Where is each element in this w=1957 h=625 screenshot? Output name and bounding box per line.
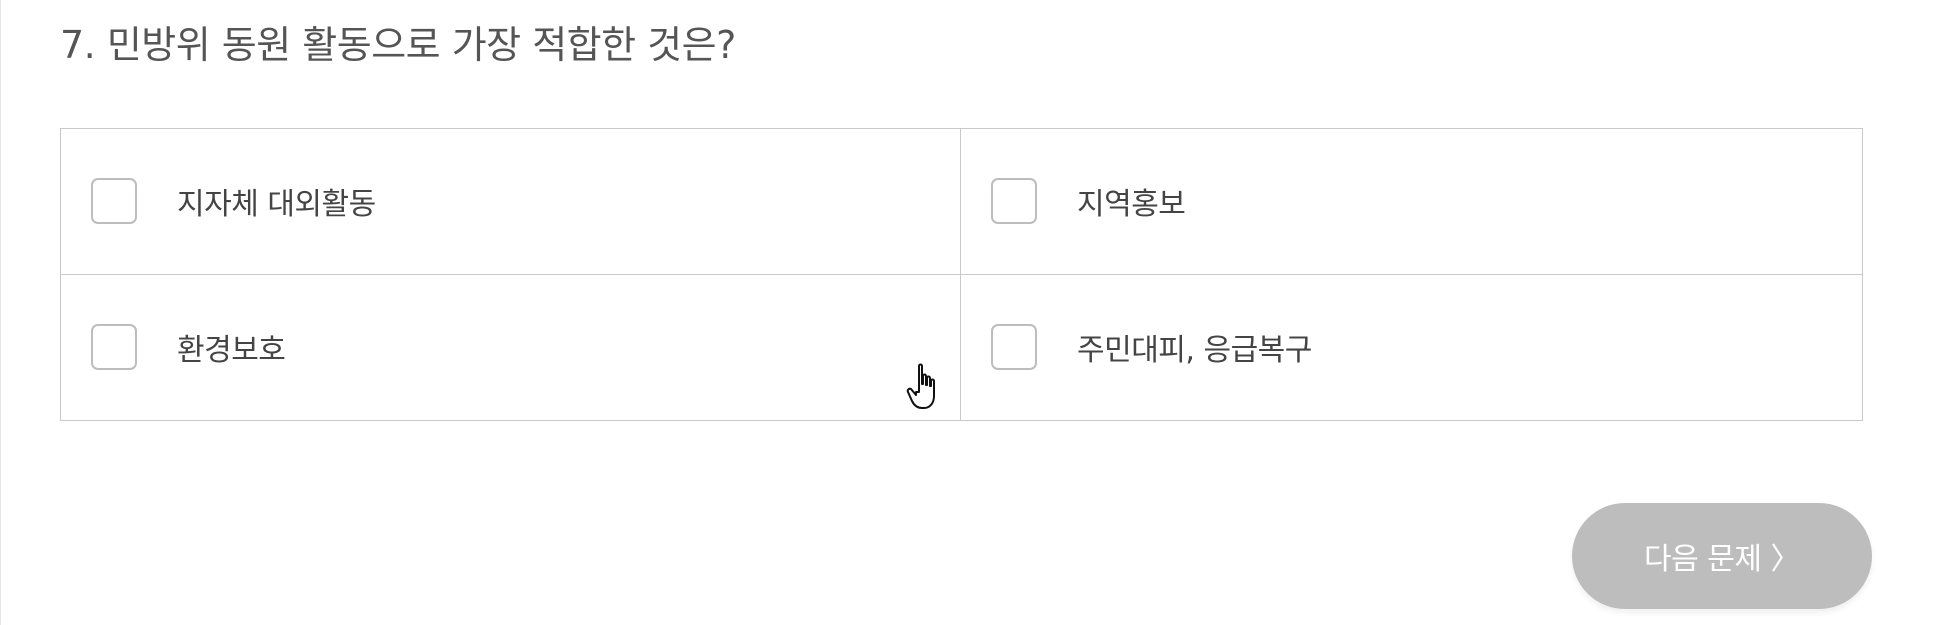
option-3-checkbox[interactable] [91, 324, 137, 371]
option-4-checkbox[interactable] [991, 324, 1037, 371]
option-1[interactable]: 지자체 대외활동 [61, 129, 961, 275]
option-2-label: 지역홍보 [1077, 187, 1186, 223]
options-grid: 지자체 대외활동 지역홍보 환경보호 주민대피, 응급복구 [60, 128, 1863, 421]
next-question-button[interactable]: 다음 문제 〉 [1572, 503, 1872, 609]
option-3-label: 환경보호 [177, 333, 286, 369]
option-1-label: 지자체 대외활동 [177, 187, 376, 223]
option-2-checkbox[interactable] [991, 178, 1037, 225]
quiz-page: 7. 민방위 동원 활동으로 가장 적합한 것은? 지자체 대외활동 지역홍보 … [0, 0, 1957, 625]
option-1-checkbox[interactable] [91, 178, 137, 225]
question-title: 7. 민방위 동원 활동으로 가장 적합한 것은? [60, 23, 736, 67]
option-2[interactable]: 지역홍보 [961, 129, 1862, 275]
option-4-label: 주민대피, 응급복구 [1077, 333, 1312, 369]
option-3[interactable]: 환경보호 [61, 274, 961, 420]
option-4[interactable]: 주민대피, 응급복구 [961, 275, 1862, 421]
page-left-border [0, 0, 1, 625]
